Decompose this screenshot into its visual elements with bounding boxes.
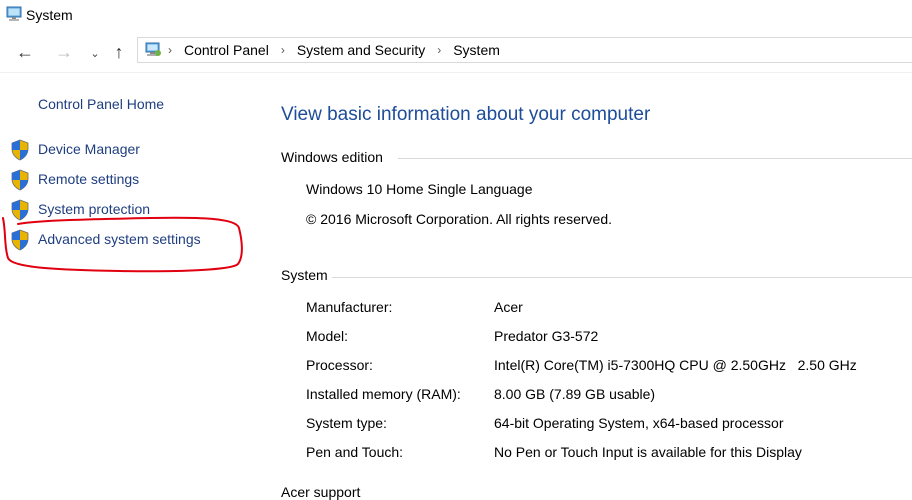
forward-arrow-icon: → (55, 42, 73, 62)
breadcrumb-separator-icon[interactable]: › (281, 43, 285, 57)
breadcrumb: › Control Panel › System and Security › … (168, 38, 500, 62)
windows-edition-heading: Windows edition (281, 149, 383, 165)
acer-support-heading: Acer support (281, 484, 361, 500)
processor-label: Processor: (306, 357, 373, 373)
window-title: System (26, 7, 73, 23)
control-panel-home-link[interactable]: Control Panel Home (38, 96, 164, 112)
pen-and-touch-value: No Pen or Touch Input is available for t… (494, 444, 802, 460)
copyright-text: © 2016 Microsoft Corporation. All rights… (306, 211, 613, 227)
manufacturer-value: Acer (494, 299, 523, 315)
model-value: Predator G3-572 (494, 328, 599, 344)
sidebar-item-label: Advanced system settings (38, 231, 201, 247)
installed-memory-label: Installed memory (RAM): (306, 386, 461, 402)
shield-icon (11, 199, 29, 221)
system-type-value: 64-bit Operating System, x64-based proce… (494, 415, 784, 431)
installed-memory-value: 8.00 GB (7.89 GB usable) (494, 386, 656, 402)
breadcrumb-control-panel[interactable]: Control Panel (184, 42, 269, 58)
breadcrumb-system[interactable]: System (453, 42, 500, 58)
computer-icon (6, 6, 22, 21)
control-panel-icon (145, 42, 161, 56)
up-arrow-icon: ↑ (114, 42, 124, 62)
sidebar-item-label: Remote settings (38, 171, 140, 187)
shield-icon (11, 229, 29, 251)
system-type-label: System type: (306, 415, 387, 431)
breadcrumb-system-and-security[interactable]: System and Security (297, 42, 425, 58)
page-title: View basic information about your comput… (281, 104, 651, 125)
sidebar-item-label: Device Manager (38, 141, 140, 157)
sidebar-item-device-manager[interactable]: Device Manager (10, 139, 240, 161)
navbar-divider (0, 72, 912, 73)
title-bar: System (0, 0, 912, 32)
processor-value: Intel(R) Core(TM) i5-7300HQ CPU @ 2.50GH… (494, 357, 857, 373)
model-label: Model: (306, 328, 349, 344)
address-bar[interactable]: › Control Panel › System and Security › … (137, 37, 912, 63)
section-divider (332, 277, 912, 278)
navigation-bar: ← → ⌄ ↑ › Control Panel › System and Sec… (0, 33, 912, 69)
up-button[interactable]: ↑ (108, 41, 130, 63)
breadcrumb-separator-icon[interactable]: › (437, 43, 441, 57)
back-button[interactable]: ← (14, 41, 36, 63)
system-heading: System (281, 267, 328, 283)
sidebar-item-remote-settings[interactable]: Remote settings (10, 169, 240, 191)
shield-icon (11, 139, 29, 161)
shield-icon (11, 169, 29, 191)
sidebar-item-system-protection[interactable]: System protection (10, 199, 240, 221)
section-divider (398, 158, 912, 159)
sidebar-item-advanced-system-settings[interactable]: Advanced system settings (10, 229, 240, 251)
chevron-down-icon: ⌄ (90, 48, 100, 60)
forward-button[interactable]: → (53, 41, 75, 63)
sidebar-item-label: System protection (38, 201, 151, 217)
manufacturer-label: Manufacturer: (306, 299, 393, 315)
pen-and-touch-label: Pen and Touch: (306, 444, 404, 460)
back-arrow-icon: ← (16, 42, 34, 62)
recent-locations-button[interactable]: ⌄ (84, 43, 106, 65)
breadcrumb-separator-icon[interactable]: › (168, 43, 172, 57)
windows-edition-name: Windows 10 Home Single Language (306, 181, 533, 197)
